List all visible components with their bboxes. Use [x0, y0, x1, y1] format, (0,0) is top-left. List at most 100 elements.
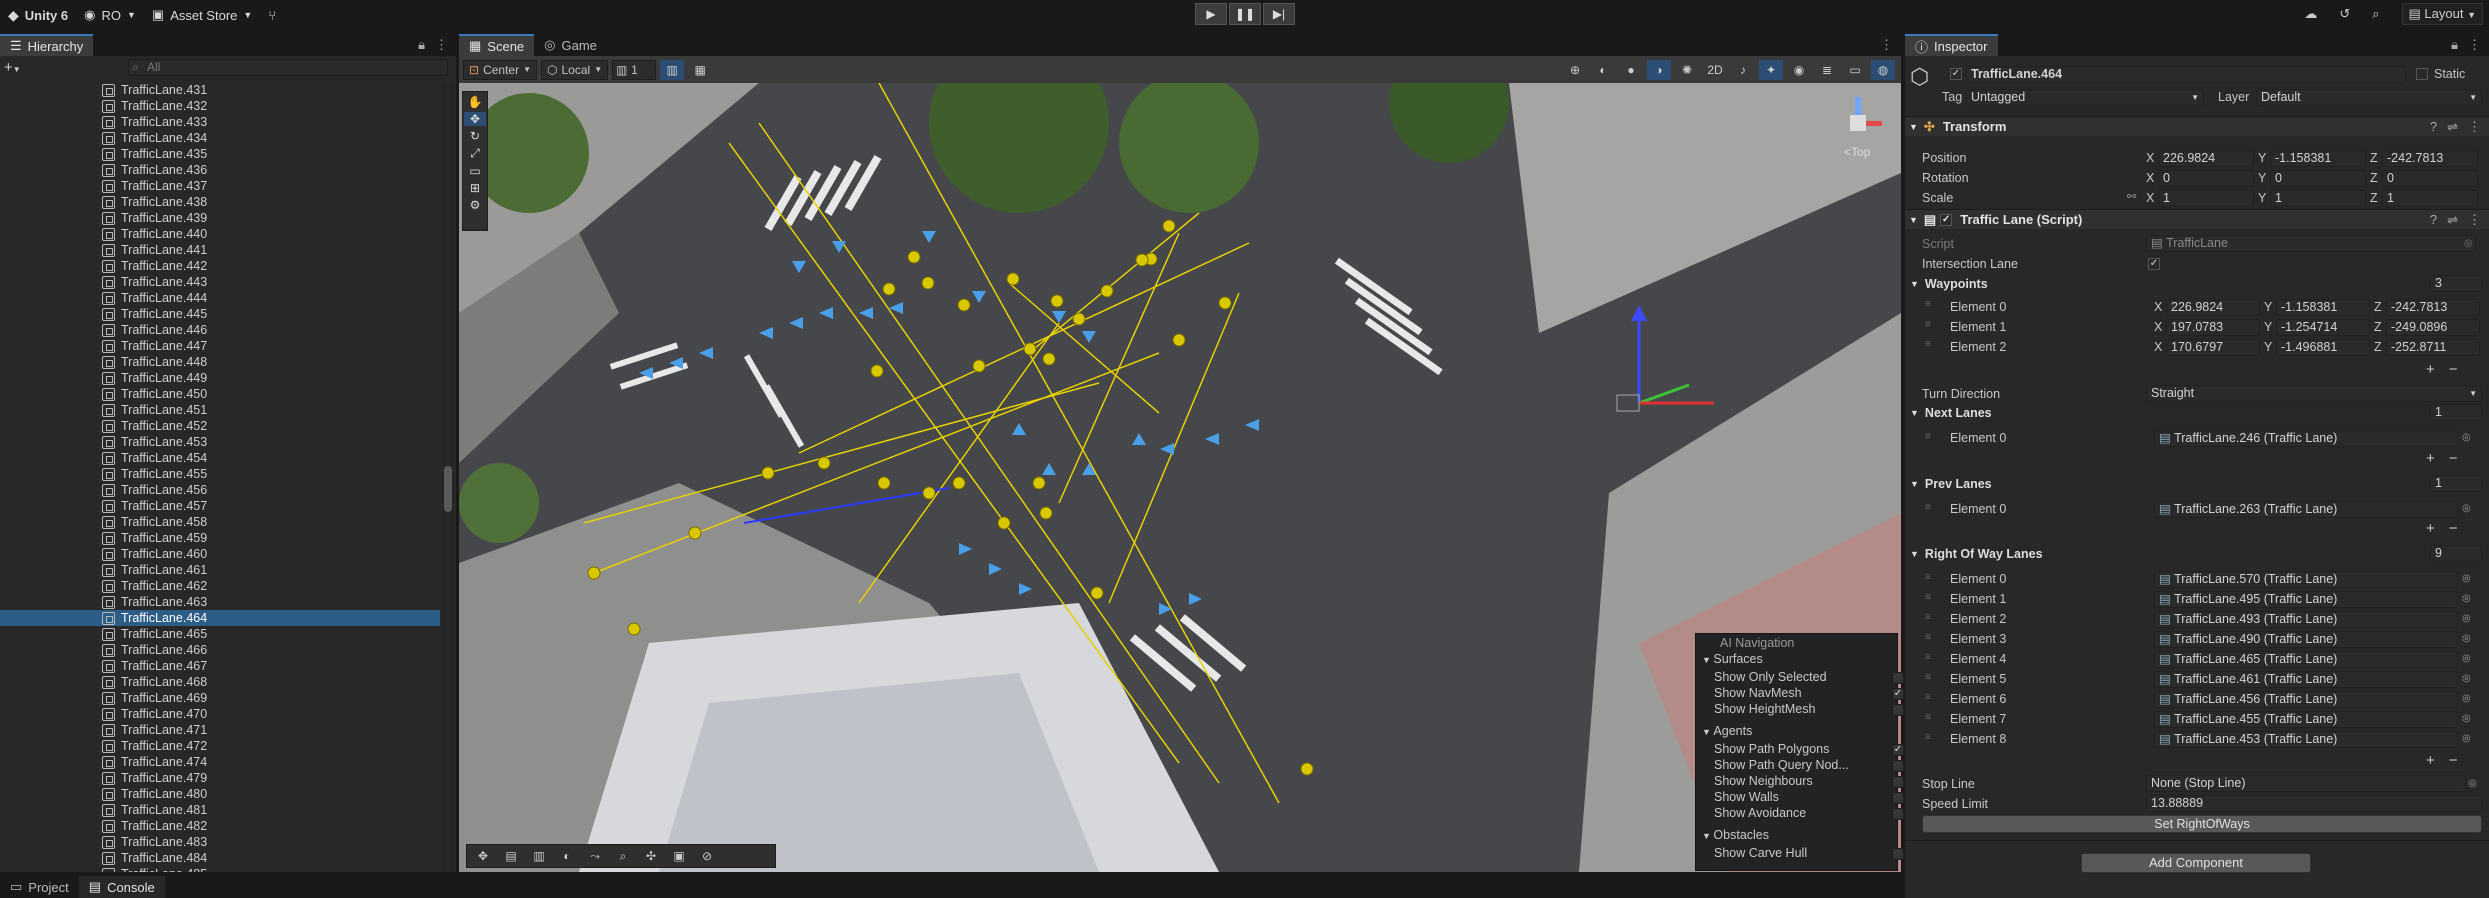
- compass-icon[interactable]: ⊘: [695, 846, 719, 866]
- tag-dropdown[interactable]: Untagged ▼: [1966, 89, 2204, 106]
- help-icon[interactable]: ?: [2430, 212, 2437, 228]
- lane-reference-field[interactable]: ▤ TrafficLane.455 (Traffic Lane): [2154, 711, 2458, 728]
- hierarchy-item[interactable]: TrafficLane.470: [0, 706, 440, 722]
- hierarchy-item[interactable]: TrafficLane.459: [0, 530, 440, 546]
- hierarchy-scrollbar[interactable]: [442, 82, 454, 872]
- more-icon[interactable]: ⋮: [1880, 34, 1901, 56]
- right-of-way-size-field[interactable]: 9: [2430, 545, 2482, 562]
- drag-handle-icon[interactable]: ≡: [1925, 632, 1931, 643]
- hierarchy-item[interactable]: TrafficLane.431: [0, 82, 440, 98]
- target-icon[interactable]: ◎: [2464, 238, 2473, 249]
- lane-reference-field[interactable]: ▤ TrafficLane.246 (Traffic Lane): [2154, 430, 2458, 447]
- drag-handle-icon[interactable]: ≡: [1925, 319, 1931, 330]
- hierarchy-item[interactable]: TrafficLane.465: [0, 626, 440, 642]
- hierarchy-item[interactable]: TrafficLane.463: [0, 594, 440, 610]
- hierarchy-item[interactable]: TrafficLane.434: [0, 130, 440, 146]
- scale-tool-icon[interactable]: ⤢: [470, 146, 480, 161]
- transform-rotation-x-field[interactable]: 0: [2158, 170, 2254, 187]
- pivot-dropdown[interactable]: ⊡ Center ▼: [463, 59, 538, 80]
- audio-toggle-icon[interactable]: ♪: [1731, 60, 1755, 80]
- lane-reference-field[interactable]: ▤ TrafficLane.465 (Traffic Lane): [2154, 651, 2458, 668]
- transform-rotation-z-field[interactable]: 0: [2382, 170, 2478, 187]
- camera-icon[interactable]: ▣: [667, 846, 691, 866]
- drag-handle-icon[interactable]: ≡: [1925, 712, 1931, 723]
- add-component-button[interactable]: Add Component: [2081, 853, 2311, 873]
- tab-console[interactable]: ▤ Console: [78, 876, 165, 898]
- hierarchy-item[interactable]: TrafficLane.435: [0, 146, 440, 162]
- hierarchy-item[interactable]: TrafficLane.466: [0, 642, 440, 658]
- target-icon[interactable]: ◎: [2462, 673, 2471, 684]
- rect-tool-icon[interactable]: ▭: [469, 164, 480, 178]
- hierarchy-item[interactable]: TrafficLane.460: [0, 546, 440, 562]
- waypoint-z-field[interactable]: -252.8711: [2386, 339, 2480, 356]
- custom-tool-icon[interactable]: ⚙: [470, 198, 481, 212]
- hierarchy-item[interactable]: TrafficLane.448: [0, 354, 440, 370]
- play-button[interactable]: ▶: [1195, 3, 1227, 25]
- waypoint-y-field[interactable]: -1.254714: [2276, 319, 2370, 336]
- lock-icon[interactable]: 🔒︎: [418, 37, 425, 53]
- hierarchy-item[interactable]: TrafficLane.469: [0, 690, 440, 706]
- layer-dropdown[interactable]: Default ▼: [2256, 89, 2482, 106]
- move-arrows-icon[interactable]: ✣: [639, 846, 663, 866]
- lane-reference-field[interactable]: ▤ TrafficLane.570 (Traffic Lane): [2154, 571, 2458, 588]
- history-icon[interactable]: ↺: [2339, 6, 2350, 22]
- transform-scale-x-field[interactable]: 1: [2158, 190, 2254, 207]
- transform-position-z-field[interactable]: -242.7813: [2382, 150, 2478, 167]
- toggle-show-avoidance[interactable]: Show Avoidance: [1714, 806, 1914, 822]
- hierarchy-item[interactable]: TrafficLane.479: [0, 770, 440, 786]
- hierarchy-search-input[interactable]: ⌕ All: [128, 59, 448, 76]
- next-lanes-foldout[interactable]: ▼ Next Lanes: [1910, 403, 1992, 423]
- waypoint-x-field[interactable]: 197.0783: [2166, 319, 2260, 336]
- preset-icon[interactable]: ⇌: [2447, 119, 2458, 135]
- more-icon[interactable]: ⋮: [2468, 212, 2481, 228]
- next-lanes-size-field[interactable]: 1: [2430, 404, 2482, 421]
- lane-reference-field[interactable]: ▤ TrafficLane.456 (Traffic Lane): [2154, 691, 2458, 708]
- pause-button[interactable]: ❚❚: [1229, 3, 1261, 25]
- tab-project[interactable]: ▭ Project: [0, 876, 79, 898]
- grid-visibility-button[interactable]: ▦: [688, 60, 712, 80]
- toggle-show-navmesh[interactable]: Show NavMesh ✓: [1714, 686, 1914, 702]
- toggle-show-only-selected[interactable]: Show Only Selected: [1714, 670, 1914, 686]
- speed-limit-field[interactable]: 13.88889: [2146, 795, 2482, 812]
- path-icon[interactable]: ⤳: [583, 846, 607, 866]
- drag-handle-icon[interactable]: ≡: [1925, 339, 1931, 350]
- target-icon[interactable]: ◎: [2468, 778, 2477, 789]
- lane-reference-field[interactable]: ▤ TrafficLane.453 (Traffic Lane): [2154, 731, 2458, 748]
- hierarchy-item[interactable]: TrafficLane.445: [0, 306, 440, 322]
- transform-tool-icon[interactable]: ⊞: [470, 181, 480, 195]
- target-icon[interactable]: ◎: [2462, 653, 2471, 664]
- cloud-icon[interactable]: ☁: [2304, 6, 2317, 22]
- drag-handle-icon[interactable]: ≡: [1925, 502, 1931, 513]
- wireframe-mode-icon[interactable]: ●: [1619, 60, 1643, 80]
- hierarchy-item[interactable]: TrafficLane.472: [0, 738, 440, 754]
- lane-reference-field[interactable]: ▤ TrafficLane.493 (Traffic Lane): [2154, 611, 2458, 628]
- visibility-icon[interactable]: ◉: [1787, 60, 1811, 80]
- hierarchy-item[interactable]: TrafficLane.480: [0, 786, 440, 802]
- checkbox[interactable]: [1892, 792, 1904, 804]
- lighting-icon[interactable]: ✺: [1675, 60, 1699, 80]
- tab-scene[interactable]: ▦ Scene: [459, 34, 535, 56]
- hierarchy-item[interactable]: TrafficLane.471: [0, 722, 440, 738]
- snap-increment-field[interactable]: ▥ 1: [612, 59, 657, 80]
- hierarchy-item[interactable]: TrafficLane.484: [0, 850, 440, 866]
- lane-reference-field[interactable]: ▤ TrafficLane.461 (Traffic Lane): [2154, 671, 2458, 688]
- active-checkbox[interactable]: ✓: [1950, 68, 1962, 80]
- waypoint-y-field[interactable]: -1.158381: [2276, 299, 2370, 316]
- toggle-show-path-polygons[interactable]: Show Path Polygons ✓: [1714, 742, 1914, 758]
- link-icon[interactable]: ⚯: [2127, 190, 2136, 203]
- hierarchy-item[interactable]: TrafficLane.440: [0, 226, 440, 242]
- prev-lanes-foldout[interactable]: ▼ Prev Lanes: [1910, 474, 1992, 494]
- account-dropdown[interactable]: ◉ RO ▼: [76, 3, 144, 27]
- remove-icon[interactable]: −: [2449, 752, 2458, 769]
- hierarchy-item[interactable]: TrafficLane.432: [0, 98, 440, 114]
- target-icon[interactable]: ◎: [2462, 733, 2471, 744]
- 2d-toggle-icon[interactable]: 2D: [1703, 60, 1727, 80]
- enabled-checkbox[interactable]: ✓: [1940, 213, 1953, 226]
- target-icon[interactable]: ◎: [2462, 593, 2471, 604]
- hierarchy-item[interactable]: TrafficLane.468: [0, 674, 440, 690]
- tab-inspector[interactable]: ⓘ Inspector: [1905, 34, 1998, 56]
- hierarchy-item[interactable]: TrafficLane.444: [0, 290, 440, 306]
- add-icon[interactable]: +: [2426, 361, 2435, 378]
- preset-icon[interactable]: ⇌: [2447, 212, 2458, 228]
- stop-line-field[interactable]: None (Stop Line): [2146, 775, 2466, 792]
